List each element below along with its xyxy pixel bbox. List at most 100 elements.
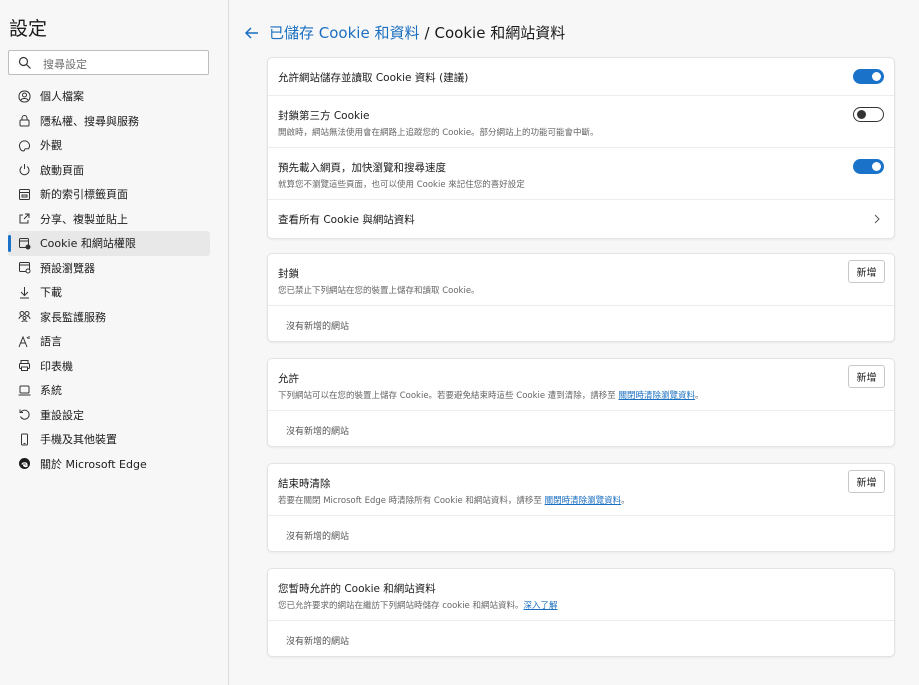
preload-label: 預先載入網頁，加快瀏覽和搜尋速度 [278, 162, 446, 174]
sidebar-item-about[interactable]: 關於 Microsoft Edge [8, 452, 210, 477]
sidebar-item-cookies[interactable]: Cookie 和網站權限 [8, 231, 210, 256]
preload-toggle[interactable] [853, 159, 884, 174]
see-all-cookies-label: 查看所有 Cookie 與網站資料 [278, 214, 415, 226]
allow-cookies-toggle[interactable] [853, 69, 884, 84]
clear-on-exit-empty-text: 沒有新增的網站 [286, 532, 350, 542]
sidebar-item-default-browser[interactable]: 預設瀏覽器 [8, 256, 210, 281]
main-content: 已儲存 Cookie 和資料 / Cookie 和網站資料 允許網站儲存並讀取 … [229, 0, 919, 685]
edge-icon [16, 456, 32, 472]
preload-desc: 就算您不瀏覽這些頁面，也可以使用 Cookie 來記住您的喜好設定 [278, 180, 525, 190]
clear-on-exit-empty-row: 沒有新增的網站 [268, 516, 894, 552]
allow-empty-text: 沒有新增的網站 [286, 427, 350, 437]
power-icon [16, 162, 32, 178]
sidebar: 設定 搜尋設定 個人檔案 隱私權、搜尋與服務 外觀 啟動頁面 新的索引標籤頁面 [0, 0, 229, 685]
block-third-party-toggle[interactable] [853, 107, 884, 122]
allow-card: 允許 下列網站可以在您的裝置上儲存 Cookie。若要避免結束時這些 Cooki… [267, 358, 895, 447]
sidebar-item-label: 分享、複製並貼上 [40, 212, 128, 226]
sidebar-title: 設定 [9, 18, 48, 40]
allow-title: 允許 [278, 373, 299, 385]
clear-on-exit-desc: 若要在關閉 Microsoft Edge 時清除所有 Cookie 和網站資料，… [278, 494, 630, 506]
sidebar-item-system[interactable]: 系統 [8, 378, 210, 403]
block-third-party-desc: 開啟時，網站無法使用會在網路上追蹤您的 Cookie。部分網站上的功能可能會中斷… [278, 128, 599, 138]
block-empty-row: 沒有新增的網站 [268, 306, 894, 342]
breadcrumb-parent-link[interactable]: 已儲存 Cookie 和資料 [269, 22, 419, 43]
family-icon [16, 309, 32, 325]
sidebar-item-label: 語言 [40, 335, 62, 349]
sidebar-item-profile[interactable]: 個人檔案 [8, 84, 210, 109]
block-add-button[interactable]: 新增 [848, 260, 885, 283]
search-placeholder: 搜尋設定 [43, 58, 87, 71]
share-icon [16, 211, 32, 227]
breadcrumb: 已儲存 Cookie 和資料 / Cookie 和網站資料 [243, 22, 565, 43]
sidebar-item-share[interactable]: 分享、複製並貼上 [8, 207, 210, 232]
sidebar-item-label: 啟動頁面 [40, 163, 84, 177]
sidebar-item-printers[interactable]: 印表機 [8, 354, 210, 379]
download-icon [16, 284, 32, 300]
clear-on-close-link[interactable]: 關閉時清除瀏覽資料 [619, 391, 696, 401]
sidebar-item-label: 個人檔案 [40, 90, 84, 104]
block-title: 封鎖 [278, 268, 299, 280]
allow-desc-text: 下列網站可以在您的裝置上儲存 Cookie。若要避免結束時這些 Cookie 遭… [278, 391, 616, 401]
allow-desc-tail: 。 [695, 391, 704, 401]
block-third-party-row: 封鎖第三方 Cookie 開啟時，網站無法使用會在網路上追蹤您的 Cookie。… [268, 96, 894, 148]
sidebar-item-label: 關於 Microsoft Edge [40, 457, 147, 471]
block-third-party-label: 封鎖第三方 Cookie [278, 110, 370, 122]
cookie-site-icon [16, 235, 32, 251]
block-empty-text: 沒有新增的網站 [286, 322, 350, 332]
appearance-icon [16, 137, 32, 153]
page-title: Cookie 和網站資料 [434, 24, 566, 42]
sidebar-item-label: 下載 [40, 286, 62, 300]
see-all-cookies-row[interactable]: 查看所有 Cookie 與網站資料 [268, 200, 894, 238]
cookie-settings-card: 允許網站儲存並讀取 Cookie 資料 (建議) 封鎖第三方 Cookie 開啟… [267, 57, 895, 239]
allow-cookies-row: 允許網站儲存並讀取 Cookie 資料 (建議) [268, 58, 894, 96]
sidebar-item-label: 系統 [40, 384, 62, 398]
allow-desc: 下列網站可以在您的裝置上儲存 Cookie。若要避免結束時這些 Cookie 遭… [278, 389, 704, 401]
temp-allowed-empty-text: 沒有新增的網站 [286, 637, 350, 647]
search-input[interactable]: 搜尋設定 [8, 50, 209, 75]
system-icon [16, 382, 32, 398]
sidebar-item-label: 預設瀏覽器 [40, 261, 95, 275]
browser-icon [16, 260, 32, 276]
lock-icon [16, 113, 32, 129]
sidebar-item-startup[interactable]: 啟動頁面 [8, 158, 210, 183]
chevron-right-icon [874, 214, 880, 224]
printer-icon [16, 358, 32, 374]
sidebar-item-label: 印表機 [40, 359, 73, 373]
sidebar-item-privacy[interactable]: 隱私權、搜尋與服務 [8, 109, 210, 134]
back-arrow-icon[interactable] [243, 24, 261, 42]
sidebar-item-language[interactable]: 語言 [8, 329, 210, 354]
new-tab-icon [16, 186, 32, 202]
temp-allowed-desc-text: 您已允許要求的網站在繼訪下列網站時儲存 cookie 和網站資料。 [278, 601, 524, 611]
block-desc: 您已禁止下列網站在您的裝置上儲存和讀取 Cookie。 [278, 286, 480, 296]
profile-icon [16, 88, 32, 104]
sidebar-item-label: 重設設定 [40, 408, 84, 422]
allow-add-button[interactable]: 新增 [848, 365, 885, 388]
sidebar-item-downloads[interactable]: 下載 [8, 280, 210, 305]
sidebar-item-label: 隱私權、搜尋與服務 [40, 114, 139, 128]
sidebar-item-label: 外觀 [40, 139, 62, 153]
search-icon [18, 56, 31, 69]
sidebar-item-appearance[interactable]: 外觀 [8, 133, 210, 158]
sidebar-item-phone[interactable]: 手機及其他裝置 [8, 427, 210, 452]
sidebar-item-label: 家長監護服務 [40, 310, 106, 324]
allow-cookies-label: 允許網站儲存並讀取 Cookie 資料 (建議) [278, 72, 469, 84]
sidebar-item-reset[interactable]: 重設設定 [8, 403, 210, 428]
breadcrumb-separator: / [424, 23, 430, 42]
temp-allowed-card: 您暫時允許的 Cookie 和網站資料 您已允許要求的網站在繼訪下列網站時儲存 … [267, 568, 895, 657]
temp-allowed-header-row: 您暫時允許的 Cookie 和網站資料 您已允許要求的網站在繼訪下列網站時儲存 … [268, 569, 894, 621]
clear-on-exit-card: 結束時清除 若要在關閉 Microsoft Edge 時清除所有 Cookie … [267, 463, 895, 552]
block-header-row: 封鎖 您已禁止下列網站在您的裝置上儲存和讀取 Cookie。 新增 [268, 254, 894, 306]
clear-on-close-link-2[interactable]: 關閉時清除瀏覽資料 [545, 496, 622, 506]
sidebar-item-new-tab[interactable]: 新的索引標籤頁面 [8, 182, 210, 207]
clear-on-exit-desc-text: 若要在關閉 Microsoft Edge 時清除所有 Cookie 和網站資料，… [278, 496, 542, 506]
reset-icon [16, 407, 32, 423]
clear-on-exit-add-button[interactable]: 新增 [848, 470, 885, 493]
temp-allowed-desc: 您已允許要求的網站在繼訪下列網站時儲存 cookie 和網站資料。深入了解 [278, 599, 558, 611]
sidebar-item-family[interactable]: 家長監護服務 [8, 305, 210, 330]
sidebar-item-label: 手機及其他裝置 [40, 433, 117, 447]
learn-more-link[interactable]: 深入了解 [524, 601, 558, 611]
phone-icon [16, 431, 32, 447]
allow-header-row: 允許 下列網站可以在您的裝置上儲存 Cookie。若要避免結束時這些 Cooki… [268, 359, 894, 411]
language-icon [16, 333, 32, 349]
temp-allowed-empty-row: 沒有新增的網站 [268, 621, 894, 657]
